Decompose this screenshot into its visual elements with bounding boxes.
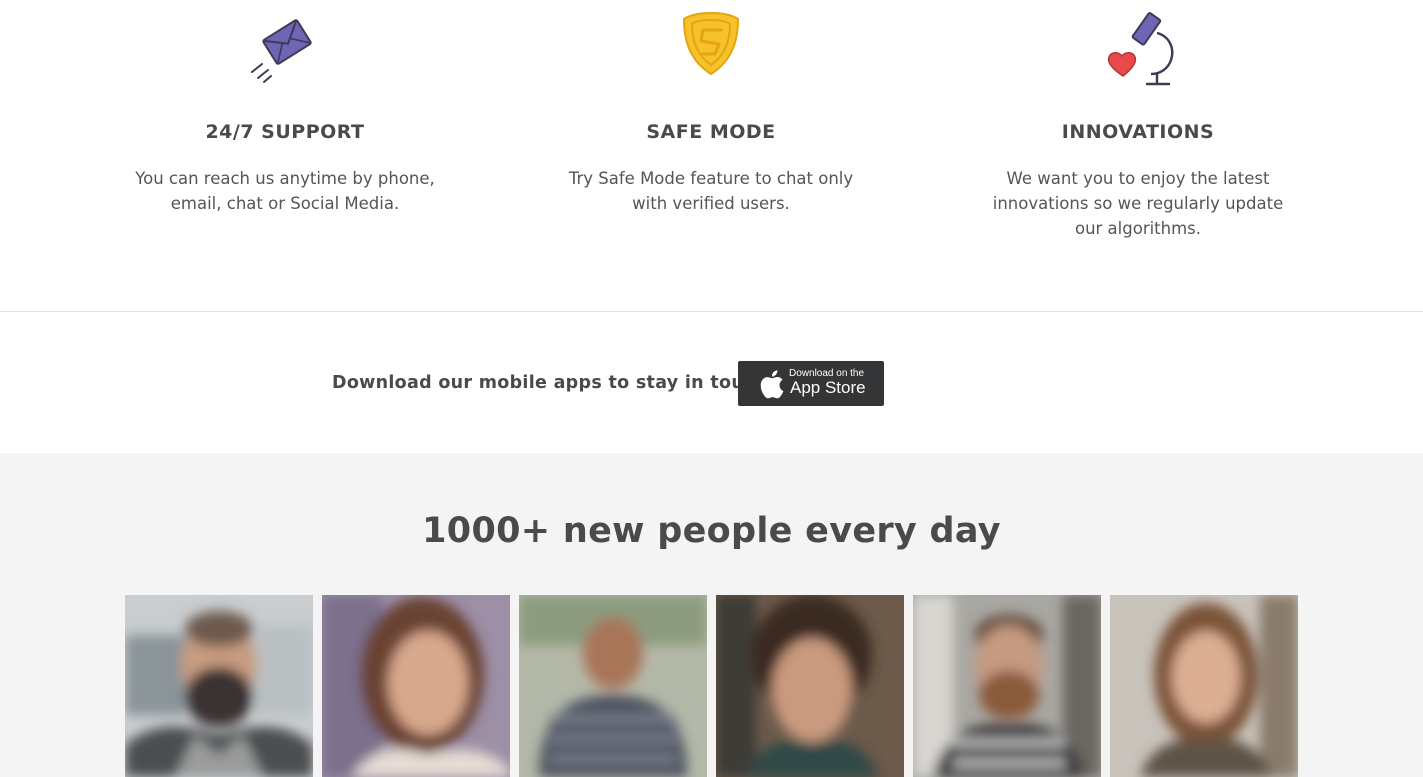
features-section: 24/7 SUPPORT You can reach us anytime by… [0, 0, 1423, 311]
profile-photo-6[interactable] [1110, 595, 1298, 777]
feature-title: INNOVATIONS [1061, 121, 1215, 143]
app-store-button[interactable]: Download on the App Store [738, 361, 884, 406]
apps-section: Download our mobile apps to stay in touc… [0, 312, 1423, 453]
feature-text: Try Safe Mode feature to chat only with … [568, 169, 854, 213]
profile-photo-3[interactable] [519, 595, 707, 777]
people-title: 1000+ new people every day [422, 511, 1001, 551]
feature-text: We want you to enjoy the latest innovati… [992, 169, 1284, 238]
apps-prompt-text: Download our mobile apps to stay in touc… [332, 373, 775, 393]
profile-photo-5[interactable] [913, 595, 1101, 777]
profile-photo-row [125, 595, 1298, 777]
shield-icon [666, 8, 756, 90]
microscope-heart-icon [1093, 8, 1183, 90]
people-section: 1000+ new people every day [0, 453, 1423, 777]
feature-text: You can reach us anytime by phone, email… [135, 169, 435, 213]
profile-photo-1[interactable] [125, 595, 313, 777]
app-store-big-label: App Store [790, 378, 866, 397]
apple-icon [755, 367, 785, 401]
feature-title: 24/7 SUPPORT [205, 121, 365, 143]
feature-title: SAFE MODE [646, 121, 776, 143]
envelope-icon [240, 8, 330, 90]
profile-photo-4[interactable] [716, 595, 904, 777]
profile-photo-2[interactable] [322, 595, 510, 777]
